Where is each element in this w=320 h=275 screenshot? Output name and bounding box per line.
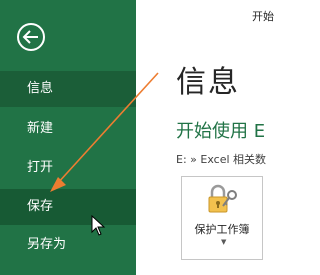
protect-workbook-label: 保护工作簿	[194, 223, 250, 236]
page-title: 信息	[176, 65, 240, 100]
lock-key-icon	[208, 184, 237, 213]
info-panel: 信息 开始使用 E E: » Excel 相关数 保护工作簿 ▼	[136, 0, 278, 275]
chevron-down-icon: ▼	[221, 238, 227, 246]
sidebar-item-new[interactable]: 新建	[0, 111, 136, 147]
protect-workbook-button[interactable]: 保护工作簿 ▼	[181, 176, 263, 260]
window-title: 开始	[252, 10, 274, 23]
back-arrow-icon	[17, 23, 45, 51]
backstage-sidebar: 信息 新建 打开 保存 另存为	[0, 0, 136, 275]
sidebar-item-save[interactable]: 保存	[0, 189, 136, 225]
back-button[interactable]	[16, 22, 46, 52]
sidebar-item-save-as[interactable]: 另存为	[0, 227, 136, 263]
sidebar-item-open[interactable]: 打开	[0, 150, 136, 186]
file-path: E: » Excel 相关数	[176, 153, 267, 166]
section-title: 开始使用 E	[176, 121, 266, 142]
sidebar-item-info[interactable]: 信息	[0, 71, 136, 107]
